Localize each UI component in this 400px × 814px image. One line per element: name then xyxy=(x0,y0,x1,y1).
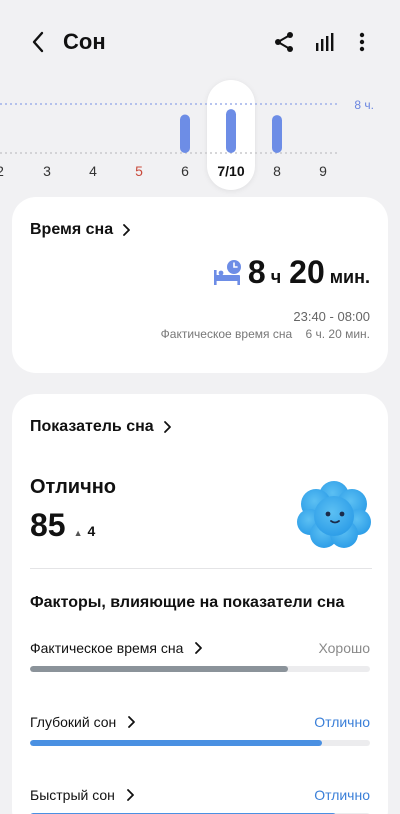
actual-sleep-time: Фактическое время сна 6 ч. 20 мин. xyxy=(161,327,370,341)
stats-icon[interactable] xyxy=(311,28,339,56)
hours-unit: ч xyxy=(270,267,282,287)
sleep-time-card[interactable]: Время сна 8 ч 20 мин. 23:40 - 08:00 Факт… xyxy=(12,197,388,373)
sleep-range: 23:40 - 08:00 xyxy=(293,309,370,324)
chevron-right-icon xyxy=(195,642,203,654)
score-row: 85 ▲ 4 xyxy=(30,507,95,544)
total-sleep-time: 8 ч 20 мин. xyxy=(248,254,370,291)
cloud-mascot-icon xyxy=(297,481,371,548)
factor-name[interactable]: Фактическое время сна xyxy=(30,640,205,656)
actual-sleep-value: 6 ч. 20 мин. xyxy=(305,327,370,341)
chevron-right-icon xyxy=(163,421,171,433)
divider xyxy=(30,568,372,569)
back-icon[interactable] xyxy=(24,28,52,56)
more-icon[interactable] xyxy=(348,28,376,56)
sleep-minutes: 20 xyxy=(289,254,325,290)
chevron-right-icon xyxy=(123,224,130,236)
share-icon[interactable] xyxy=(270,28,298,56)
factor-progress-track xyxy=(30,740,370,746)
factors-title: Факторы, влияющие на показатели сна xyxy=(30,594,345,611)
sleep-time-title[interactable]: Время сна xyxy=(30,221,133,239)
day-label[interactable]: 6 xyxy=(170,163,200,179)
factor-progress-fill xyxy=(30,740,323,746)
reference-line-label: 8 ч. xyxy=(354,98,374,112)
factor-progress-fill xyxy=(30,666,289,672)
factor-rem-sleep[interactable]: Быстрый сон Отлично xyxy=(30,787,370,814)
sleep-bar[interactable] xyxy=(272,115,282,153)
day-label[interactable]: 5 xyxy=(124,163,154,179)
triangle-up-icon: ▲ xyxy=(73,528,83,538)
factor-status: Отлично xyxy=(314,787,370,803)
day-label[interactable]: 9 xyxy=(308,163,338,179)
sleep-score-card[interactable]: Показатель сна Отлично 85 ▲ 4 Факторы, в… xyxy=(12,394,388,814)
chevron-right-icon xyxy=(128,716,136,728)
sleep-bar[interactable] xyxy=(226,109,236,153)
factor-status: Хорошо xyxy=(318,640,370,656)
actual-sleep-label: Фактическое время сна xyxy=(160,327,293,341)
app-header: Сон xyxy=(0,0,400,84)
score-value: 85 xyxy=(30,507,66,543)
page-title: Сон xyxy=(63,29,106,54)
factor-progress-track xyxy=(30,666,370,672)
factor-actual-sleep[interactable]: Фактическое время сна Хорошо xyxy=(30,640,370,680)
sleep-score-title[interactable]: Показатель сна xyxy=(30,418,174,436)
week-sleep-chart: 8 ч. 2 3456 7/10 89 xyxy=(0,80,400,190)
factor-name[interactable]: Быстрый сон xyxy=(30,787,137,803)
minutes-unit: мин. xyxy=(329,267,370,287)
score-rating: Отлично xyxy=(30,476,116,498)
day-label[interactable]: 2 xyxy=(0,163,15,179)
factor-name[interactable]: Глубокий сон xyxy=(30,714,138,730)
day-label[interactable]: 3 xyxy=(32,163,62,179)
day-label[interactable]: 4 xyxy=(78,163,108,179)
day-label[interactable]: 7/10 xyxy=(216,163,246,179)
bed-clock-icon xyxy=(214,260,241,285)
chevron-right-icon xyxy=(127,789,134,801)
factor-status: Отлично xyxy=(314,714,370,730)
factor-deep-sleep[interactable]: Глубокий сон Отлично xyxy=(30,714,370,754)
sleep-bar[interactable] xyxy=(180,114,190,153)
sleep-hours: 8 xyxy=(247,254,266,290)
day-label[interactable]: 8 xyxy=(262,163,292,179)
score-delta: 4 xyxy=(87,523,96,539)
